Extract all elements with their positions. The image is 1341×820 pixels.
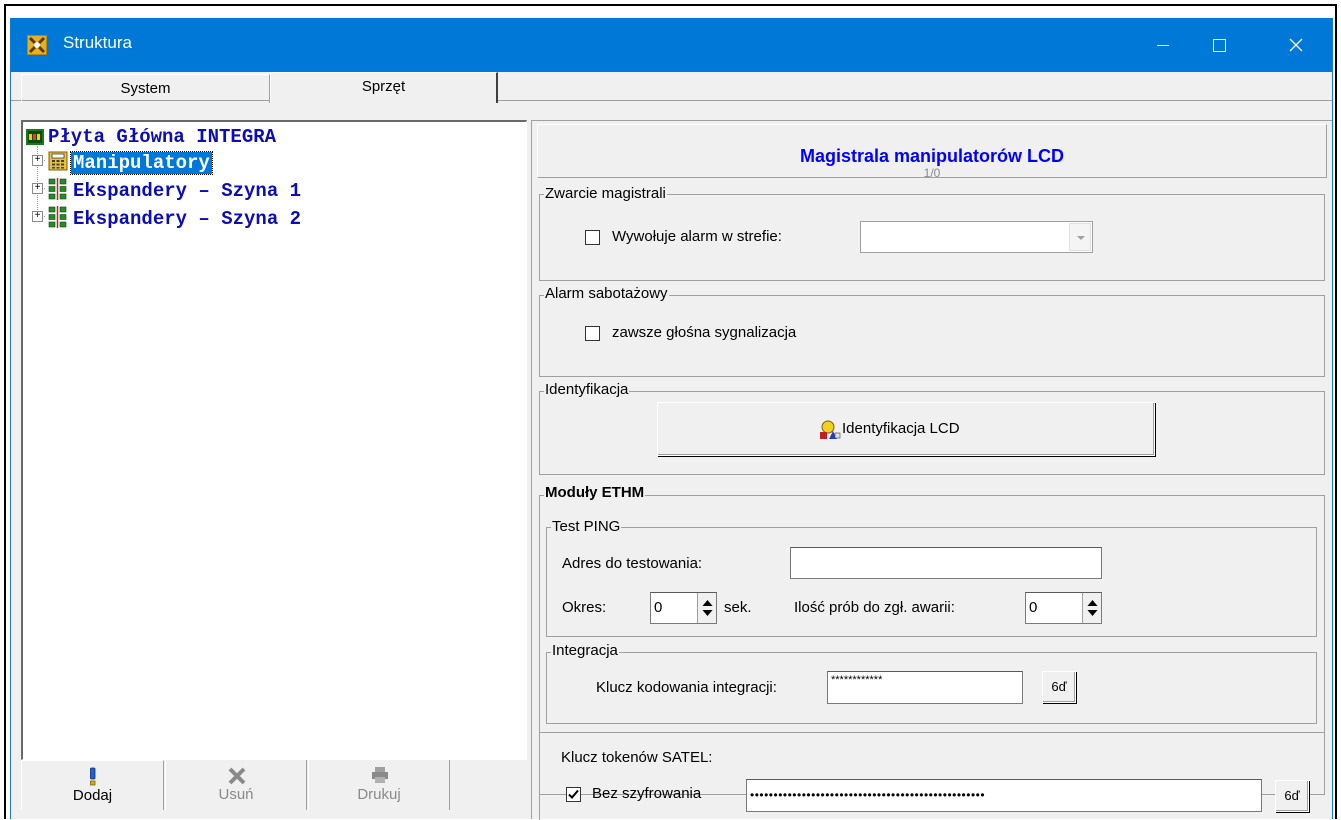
minimize-button[interactable] [1140, 18, 1186, 72]
satel-token-key-input[interactable]: ••••••••••••••••••••••••••••••••••••••••… [746, 779, 1262, 812]
zone-select[interactable] [860, 221, 1093, 253]
tamper-checkbox-label[interactable]: zawsze głośna sygnalizacja [612, 324, 796, 341]
delete-button-label: Usuń [218, 786, 254, 803]
satel-title: Klucz tokenów SATEL: [561, 749, 713, 766]
tree-item-expanders-bus-2[interactable]: Ekspandery – Szyna 2 [73, 208, 301, 230]
glasses-icon: 6ď [1284, 788, 1300, 803]
ping-period-unit: sek. [724, 599, 752, 616]
detail-header: Magistrala manipulatorów LCD 1/0 [537, 124, 1327, 180]
detail-panel: Magistrala manipulatorów LCD 1/0 Zwarcie… [531, 120, 1332, 820]
bus-short-checkbox[interactable] [585, 230, 600, 245]
integration-key-input[interactable]: ************ [827, 671, 1023, 704]
bus-short-legend: Zwarcie magistrali [544, 185, 667, 202]
add-button-label: Dodaj [72, 787, 113, 804]
ping-period-label: Okres: [562, 599, 607, 616]
bus-short-checkbox-label[interactable]: Wywołuje alarm w strefie: [612, 228, 782, 245]
tab-system[interactable]: System [21, 74, 270, 103]
ping-attempts-spinner[interactable]: 0 [1025, 592, 1102, 624]
ping-address-label: Adres do testowania: [562, 555, 703, 572]
close-button[interactable] [1273, 18, 1319, 72]
circuit-board-icon [26, 128, 44, 146]
tree-expand-toggle[interactable]: + [32, 183, 43, 194]
tree-item-root[interactable]: Płyta Główna INTEGRA [48, 126, 276, 148]
show-satel-key-button[interactable]: 6ď [1275, 780, 1309, 812]
print-button-label: Drukuj [357, 786, 401, 803]
print-button[interactable]: Drukuj [308, 760, 450, 810]
ethm-legend: Moduły ETHM [544, 484, 646, 501]
glasses-icon: 6ď [1051, 679, 1067, 694]
ping-period-spinner[interactable]: 0 [650, 592, 717, 624]
tamper-legend: Alarm sabotażowy [544, 285, 669, 302]
add-button[interactable]: Dodaj [21, 760, 164, 810]
tab-hardware-label: Sprzęt [361, 78, 406, 95]
identification-legend: Identyfikacja [544, 381, 630, 398]
no-encryption-checkbox[interactable] [566, 787, 581, 802]
spinner-arrows-icon[interactable] [1082, 593, 1101, 623]
ping-attempts-value: 0 [1029, 599, 1038, 616]
detail-title: Magistrala manipulatorów LCD [799, 146, 1065, 166]
chevron-down-icon[interactable] [1069, 223, 1091, 251]
tab-system-label: System [120, 80, 171, 97]
show-integration-key-button[interactable]: 6ď [1042, 671, 1076, 703]
tree-item-keypads[interactable]: Manipulatory [70, 151, 213, 175]
structure-window: Struktura System Sprzęt Płyta Główna INT… [10, 18, 1333, 820]
spinner-arrows-icon[interactable] [697, 593, 716, 623]
keypad-icon [48, 151, 68, 171]
tree-expand-toggle[interactable]: + [32, 211, 43, 222]
ping-attempts-label: Ilość prób do zgł. awarii: [794, 599, 955, 616]
tab-hardware[interactable]: Sprzęt [270, 72, 498, 103]
expander-bus-icon [48, 206, 68, 228]
maximize-button[interactable] [1196, 18, 1242, 72]
delete-button[interactable]: Usuń [165, 760, 307, 810]
window-title: Struktura [63, 33, 132, 52]
identify-lcd-button-label: Identyfikacja LCD [842, 420, 960, 437]
identify-shapes-icon [819, 420, 841, 444]
ping-legend: Test PING [551, 518, 622, 535]
app-icon [27, 35, 47, 55]
identify-lcd-button[interactable]: Identyfikacja LCD [657, 402, 1155, 456]
no-encryption-label[interactable]: Bez szyfrowania [592, 785, 701, 802]
title-bar[interactable]: Struktura [11, 18, 1332, 72]
integration-legend: Integracja [551, 642, 619, 659]
hardware-tree[interactable]: Płyta Główna INTEGRA + Manipulatory + Ek… [21, 120, 527, 760]
ping-period-value: 0 [654, 599, 663, 616]
printer-icon [370, 766, 390, 788]
integration-key-label: Klucz kodowania integracji: [596, 679, 777, 696]
ping-address-input[interactable] [790, 547, 1102, 579]
tamper-checkbox[interactable] [585, 326, 600, 341]
detail-subtitle: 1/0 [923, 166, 941, 180]
tree-expand-toggle[interactable]: + [32, 155, 43, 166]
tree-item-expanders-bus-1[interactable]: Ekspandery – Szyna 1 [73, 180, 301, 202]
expander-bus-icon [48, 178, 68, 200]
